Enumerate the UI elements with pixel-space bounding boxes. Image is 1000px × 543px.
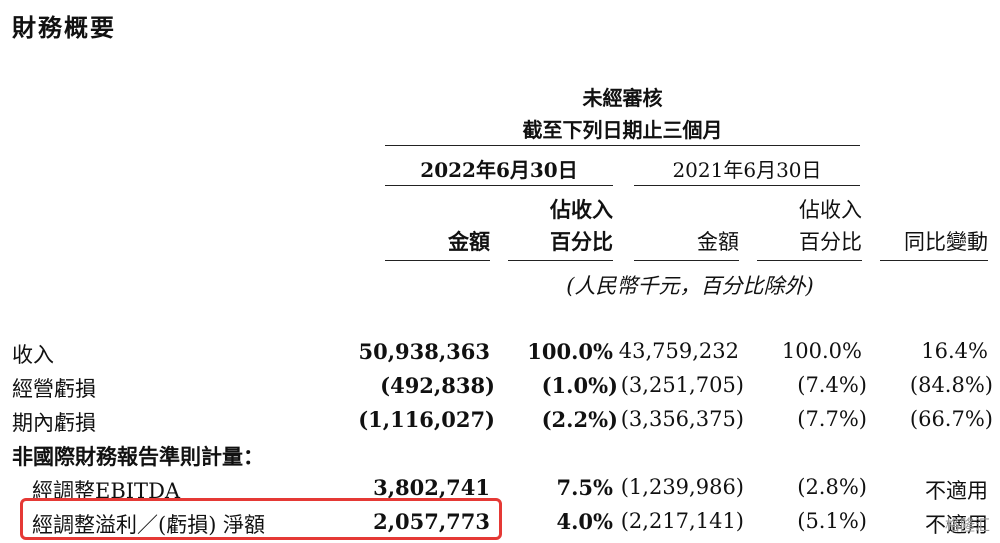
unit-note: (人民幣千元，百分比除外)	[566, 274, 814, 298]
cell-pct-2022: (2.2%)	[541, 407, 618, 432]
cell-amount-2021: (1,239,986)	[620, 475, 744, 499]
col-rule-3	[634, 260, 739, 261]
col-rule-5	[880, 260, 988, 261]
cell-amount-2022: 3,802,741	[373, 475, 490, 500]
col-amount-2022: 金額	[448, 229, 490, 254]
period-2021-rule	[634, 185, 860, 186]
cell-amount-2022: (1,116,027)	[358, 407, 495, 432]
cell-pct-2021: (5.1%)	[797, 509, 867, 533]
cell-pct-2021: (7.4%)	[797, 373, 867, 397]
header-period: 截至下列日期止三個月	[522, 118, 723, 142]
period-2022-rule	[385, 185, 613, 186]
cell-pct-2021: (7.7%)	[797, 407, 867, 431]
col-pct-2021: 佔收入 百分比	[757, 194, 862, 258]
cell-pct-2022: 100.0%	[527, 339, 613, 364]
row-label: 非國際財務報告準則計量：	[12, 444, 264, 469]
cell-amount-2022: 50,938,363	[358, 339, 490, 364]
cell-pct-2022: 4.0%	[556, 509, 614, 534]
cell-yoy: (84.8%)	[909, 373, 993, 397]
watermark-text: 格隆汇	[944, 516, 990, 534]
col-pct-2022-line2: 百分比	[550, 229, 613, 254]
cell-amount-2022: (492,838)	[380, 373, 495, 398]
header-rule-top	[385, 145, 860, 146]
header-unaudited: 未經審核	[582, 86, 663, 110]
cell-pct-2022: 7.5%	[556, 475, 614, 500]
cell-amount-2021: (2,217,141)	[620, 509, 744, 533]
col-pct-2021-line2: 百分比	[799, 230, 862, 254]
cell-amount-2021: (3,356,375)	[620, 407, 744, 431]
col-pct-2022: 佔收入 百分比	[508, 194, 613, 258]
cell-pct-2021: 100.0%	[781, 339, 862, 363]
row-label: 經營虧損	[12, 377, 96, 401]
cell-yoy: 不適用	[925, 479, 988, 503]
highlight-box	[20, 498, 502, 540]
col-pct-2021-line1: 佔收入	[799, 198, 862, 222]
cell-yoy: 16.4%	[921, 339, 988, 363]
col-pct-2022-line1: 佔收入	[550, 197, 613, 222]
cell-pct-2022: (1.0%)	[541, 373, 618, 398]
row-label: 收入	[12, 343, 54, 367]
page-title: 財務概要	[12, 14, 116, 42]
cell-amount-2021: 43,759,232	[618, 339, 739, 363]
period-2021-label: 2021年6月30日	[672, 158, 822, 182]
cell-amount-2021: (3,251,705)	[620, 373, 744, 397]
col-yoy: 同比變動	[904, 230, 988, 254]
row-label: 期內虧損	[12, 411, 96, 435]
cell-pct-2021: (2.8%)	[797, 475, 867, 499]
period-2022-label: 2022年6月30日	[420, 158, 578, 182]
cell-yoy: (66.7%)	[909, 407, 993, 431]
col-amount-2021: 金額	[697, 230, 739, 254]
col-rule-2	[508, 260, 613, 261]
col-rule-4	[757, 260, 862, 261]
col-rule-1	[385, 260, 490, 261]
